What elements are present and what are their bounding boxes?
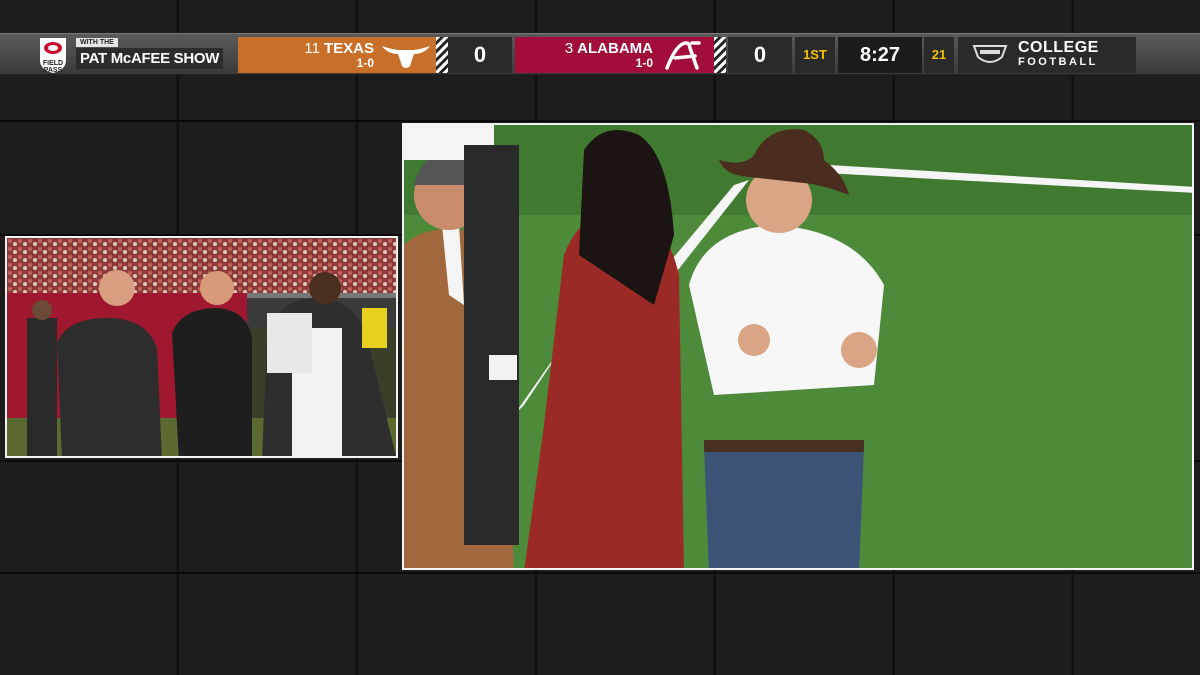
network-line1: COLLEGE bbox=[1018, 39, 1099, 56]
network-branding: COLLEGE FOOTBALL bbox=[958, 37, 1136, 73]
home-team-panel: 3 ALABAMA 1-0 bbox=[515, 37, 717, 73]
home-team-record: 1-0 bbox=[635, 56, 653, 70]
script-a-logo-icon bbox=[665, 41, 701, 70]
home-team-score: 0 bbox=[728, 37, 792, 73]
play-clock: 21 bbox=[924, 37, 954, 73]
sideline-scene-image bbox=[7, 238, 396, 456]
home-possession-stripes bbox=[714, 37, 726, 73]
field-scene-image bbox=[404, 125, 1192, 568]
scorebug: FIELD PASS WITH THE PAT McAFEE SHOW 11 TE… bbox=[0, 33, 1200, 75]
away-team-record: 1-0 bbox=[356, 56, 374, 70]
pip-sideline-interview-feed bbox=[5, 236, 398, 458]
away-team-name: TEXAS bbox=[323, 40, 374, 57]
main-field-feed bbox=[402, 123, 1194, 570]
quarter-indicator: 1ST bbox=[795, 37, 835, 73]
show-branding: FIELD PASS WITH THE PAT McAFEE SHOW bbox=[30, 34, 224, 76]
home-team-rank-name: 3 ALABAMA bbox=[565, 40, 653, 57]
longhorn-logo-icon bbox=[382, 46, 430, 68]
background-seam bbox=[0, 120, 1200, 122]
away-possession-stripes bbox=[436, 37, 448, 73]
field-pass-label: FIELD PASS bbox=[42, 60, 64, 74]
away-team-rank-name: 11 TEXAS bbox=[304, 40, 374, 57]
away-team-rank: 11 bbox=[304, 40, 320, 57]
home-team-name: ALABAMA bbox=[577, 40, 653, 57]
show-name: PAT McAFEE SHOW bbox=[76, 48, 224, 69]
home-team-rank: 3 bbox=[564, 40, 574, 57]
away-team-panel: 11 TEXAS 1-0 bbox=[238, 37, 438, 73]
background-seam bbox=[0, 572, 1200, 574]
network-line2: FOOTBALL bbox=[1018, 56, 1098, 68]
game-clock: 8:27 bbox=[838, 37, 922, 73]
away-team-score: 0 bbox=[448, 37, 512, 73]
with-the-label: WITH THE bbox=[76, 38, 118, 47]
espn-shield-icon bbox=[972, 45, 1008, 63]
college-football-wordmark: COLLEGE FOOTBALL bbox=[1018, 40, 1099, 70]
